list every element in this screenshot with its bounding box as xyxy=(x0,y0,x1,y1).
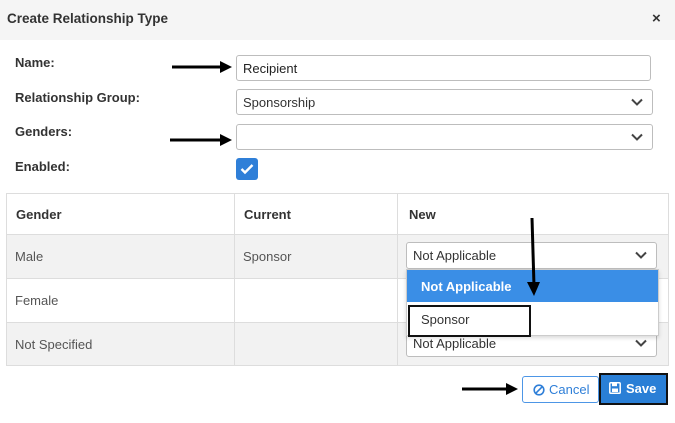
save-button[interactable]: Save xyxy=(599,373,668,405)
genders-label: Genders: xyxy=(15,124,73,139)
dialog-title: Create Relationship Type xyxy=(7,11,169,26)
ban-icon xyxy=(533,384,545,396)
cancel-button-label: Cancel xyxy=(549,382,590,397)
column-header-new: New xyxy=(409,207,436,222)
row-gender-cell: Female xyxy=(15,293,59,308)
enabled-label: Enabled: xyxy=(15,159,70,174)
row-gender-cell: Not Specified xyxy=(15,337,93,352)
save-button-label: Save xyxy=(626,381,657,396)
column-header-current: Current xyxy=(244,207,291,222)
row-current-cell: Sponsor xyxy=(243,249,292,264)
arrow-right-icon xyxy=(172,61,232,73)
arrow-right-icon xyxy=(170,134,232,146)
relationship-group-select[interactable]: Sponsorship xyxy=(236,89,653,115)
relationship-group-label: Relationship Group: xyxy=(15,90,140,105)
name-input[interactable]: Recipient xyxy=(236,55,651,81)
highlight-box xyxy=(408,305,531,337)
chevron-down-icon xyxy=(631,98,643,106)
enabled-checkbox[interactable] xyxy=(236,158,258,180)
column-header-gender: Gender xyxy=(16,207,62,222)
chevron-down-icon xyxy=(635,251,647,259)
checkmark-icon xyxy=(240,164,254,175)
floppy-disk-icon xyxy=(609,382,621,394)
chevron-down-icon xyxy=(631,133,643,141)
relationship-group-value: Sponsorship xyxy=(243,95,316,110)
row-gender-cell: Male xyxy=(15,249,44,264)
arrow-right-icon xyxy=(462,383,518,395)
close-icon[interactable]: × xyxy=(652,10,661,27)
arrow-down-icon xyxy=(527,217,540,296)
new-gender-value: Not Applicable xyxy=(413,336,497,351)
new-gender-value: Not Applicable xyxy=(413,248,497,263)
cancel-button[interactable]: Cancel xyxy=(522,376,599,403)
column-divider xyxy=(234,194,235,365)
name-label: Name: xyxy=(15,55,55,70)
chevron-down-icon xyxy=(635,339,647,347)
dialog-header: Create Relationship Type × xyxy=(0,0,675,40)
genders-select[interactable] xyxy=(236,124,653,150)
column-divider xyxy=(397,194,398,365)
